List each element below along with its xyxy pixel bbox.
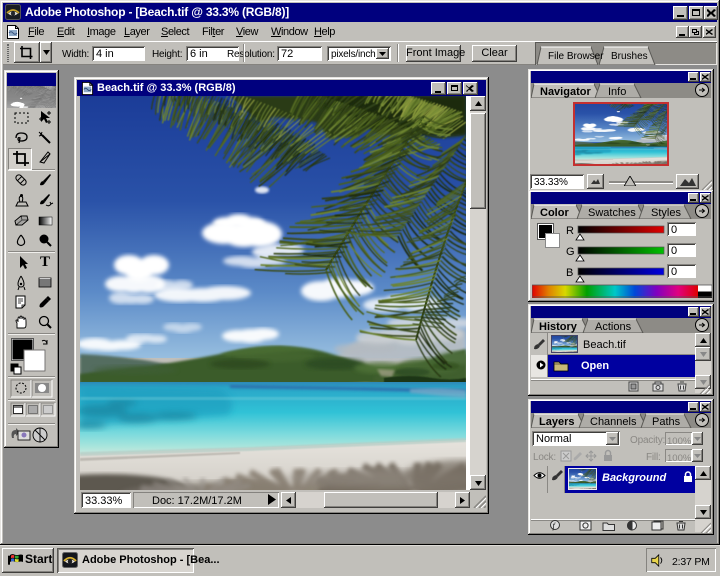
svg-text:Brushes: Brushes — [611, 51, 648, 62]
svg-text:Channels: Channels — [590, 416, 637, 428]
svg-text:Actions: Actions — [595, 321, 632, 333]
svg-text:History: History — [539, 321, 578, 333]
svg-text:T: T — [40, 254, 50, 270]
svg-text:Color: Color — [540, 207, 569, 219]
svg-text:Swatches: Swatches — [588, 207, 636, 219]
svg-text:Info: Info — [608, 86, 626, 98]
svg-text:R: R — [566, 225, 574, 237]
svg-text:G: G — [566, 246, 575, 258]
svg-text:B: B — [566, 267, 573, 279]
svg-text:Styles: Styles — [651, 207, 681, 219]
svg-text:Paths: Paths — [652, 416, 681, 428]
svg-text:Layers: Layers — [539, 416, 574, 428]
svg-text:File Browser: File Browser — [548, 51, 604, 62]
svg-text:Navigator: Navigator — [540, 86, 591, 98]
